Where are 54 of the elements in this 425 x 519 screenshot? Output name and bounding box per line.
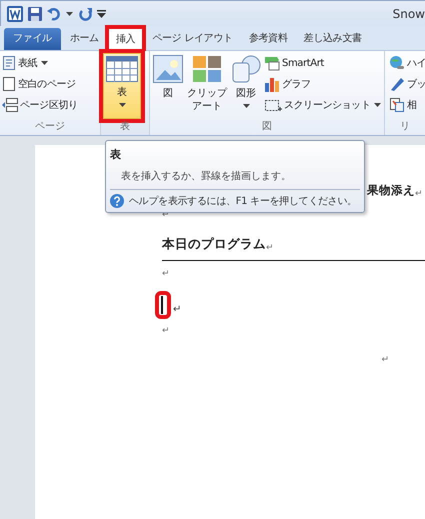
ribbon-button[interactable]: スクリーンショット xyxy=(264,96,382,114)
redo-icon xyxy=(78,6,92,20)
bookmark-icon xyxy=(389,76,405,92)
customize-icon xyxy=(97,10,106,18)
paragraph-mark: ↵ xyxy=(162,326,170,336)
ribbon-button[interactable]: 図 xyxy=(152,53,184,119)
page-icon xyxy=(2,55,16,71)
group-label: 図 xyxy=(261,120,273,134)
tooltip-help-text: ヘルプを表示するには、F1 キーを押してください。 xyxy=(129,194,357,208)
picture-icon xyxy=(153,55,183,83)
globe-link-icon xyxy=(389,55,405,71)
group-label: リ xyxy=(399,120,411,134)
ribbon-button[interactable]: グラフ xyxy=(264,75,382,93)
screenshot-icon xyxy=(264,97,282,113)
page-break-icon xyxy=(2,97,18,113)
ribbon-tab[interactable]: 差し込み文書 xyxy=(296,28,369,50)
file-tab[interactable]: ファイル xyxy=(4,28,61,50)
ribbon-button[interactable]: 図形 xyxy=(230,53,262,119)
paragraph-mark: ↵ xyxy=(173,304,182,315)
group-label: 表 xyxy=(119,120,131,134)
ribbon-button[interactable]: 空白のページ xyxy=(2,75,78,93)
ribbon-button[interactable]: ブッ xyxy=(389,75,425,93)
ribbon-button[interactable]: クリップアート xyxy=(186,53,228,119)
window-title: Snow xyxy=(392,6,425,20)
group-label: ページ xyxy=(34,120,66,134)
ribbon-tab[interactable]: ホーム xyxy=(62,28,106,50)
paragraph-mark: ↵ xyxy=(266,243,274,253)
tooltip-description: 表を挿入するか、罫線を描画します。 xyxy=(120,170,292,183)
ribbon-button[interactable]: 相 xyxy=(389,96,425,114)
undo-icon xyxy=(47,6,61,20)
page-icon xyxy=(2,76,16,92)
caret-icon xyxy=(66,12,73,16)
heading-text: 本日のプログラム xyxy=(162,236,266,253)
clip-art-icon xyxy=(192,55,222,83)
save-icon xyxy=(28,6,42,20)
paragraph-mark: ↵ xyxy=(381,354,389,364)
bar-chart-icon xyxy=(264,76,280,92)
ribbon-button[interactable]: ハイ xyxy=(389,54,425,72)
paragraph-mark: ↵ xyxy=(415,189,423,199)
ribbon-button[interactable]: ページ区切り xyxy=(2,96,78,114)
body-text: 果物添え xyxy=(367,183,415,198)
ribbon-tab[interactable]: 参考資料 xyxy=(242,28,295,50)
paragraph-mark: ↵ xyxy=(162,269,170,279)
help-icon xyxy=(110,194,124,208)
ribbon-button[interactable]: 表紙 xyxy=(2,54,78,72)
ribbon-tab[interactable]: 挿入 xyxy=(108,28,144,50)
ribbon-tab[interactable]: ページ レイアウト xyxy=(145,28,240,50)
table-icon xyxy=(106,56,138,82)
word-icon xyxy=(7,6,23,22)
smartart-icon xyxy=(264,55,280,71)
cross-reference-icon xyxy=(389,97,405,113)
tooltip-title: 表 xyxy=(110,147,122,162)
shapes-icon xyxy=(231,55,261,83)
ribbon-button[interactable]: SmartArt xyxy=(264,54,382,72)
